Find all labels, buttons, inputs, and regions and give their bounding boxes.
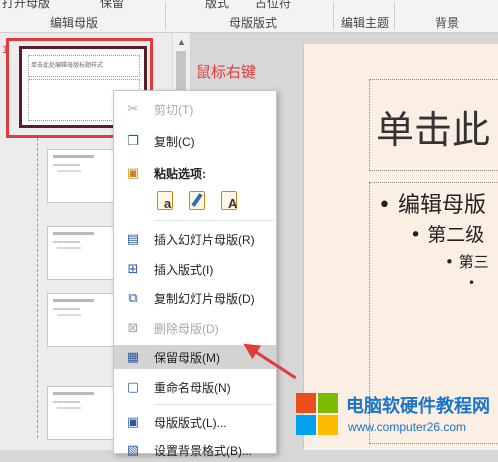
ribbon-top-row: 打开母版 保留 版式 占位符	[0, 0, 498, 9]
menu-item-master-layout[interactable]: ▣ 母版版式(L)...	[114, 410, 276, 434]
group-label-edit-master: 编辑母版	[50, 16, 99, 30]
body-level-1: • 编辑母版	[378, 193, 486, 218]
right-click-annotation: 鼠标右键	[196, 64, 257, 81]
paste-destination-theme-button[interactable]	[186, 187, 208, 211]
context-menu: ✂ 剪切(T) ❐ 复制(C) ▣ 粘贴选项: a A ▤ 插入幻灯片母版(R)…	[113, 90, 277, 458]
ribbon-fragment[interactable]: 打开母版	[2, 0, 50, 9]
preserve-master-icon: ▦	[126, 349, 140, 364]
paste-options-row: a A	[154, 187, 240, 211]
menu-separator	[154, 220, 274, 221]
clipboard-icon: ▣	[126, 165, 140, 180]
paste-keep-source-button[interactable]: a	[154, 187, 176, 211]
duplicate-master-icon: ⧉	[128, 290, 138, 305]
menu-separator	[154, 404, 274, 405]
paste-letter: A	[228, 196, 238, 211]
body-level-2: • 第二级	[410, 224, 485, 246]
group-label-master-layout: 母版版式	[229, 16, 278, 30]
group-label-edit-theme: 编辑主题	[341, 16, 390, 30]
ribbon-fragment[interactable]: 保留	[100, 0, 124, 9]
menu-label: 插入幻灯片母版(R)	[154, 232, 255, 247]
group-label-background: 背景	[435, 16, 460, 30]
menu-label: 重命名母版(N)	[154, 380, 231, 395]
windows-logo-icon	[296, 393, 340, 437]
insert-layout-icon: ⊞	[127, 261, 139, 276]
menu-item-insert-layout[interactable]: ⊞ 插入版式(I)	[114, 257, 276, 281]
scissors-icon: ✂	[127, 101, 139, 116]
menu-item-format-background[interactable]: ▧ 设置背景格式(B)...	[114, 438, 276, 462]
menu-label: 复制幻灯片母版(D)	[154, 291, 255, 306]
layout-thumbnail[interactable]	[47, 293, 117, 347]
watermark: 电脑软硬件教程网 www.computer26.com	[296, 390, 498, 440]
paste-text-only-button[interactable]: A	[218, 187, 240, 211]
menu-label: 复制(C)	[154, 134, 195, 149]
background-format-icon: ▧	[126, 442, 140, 457]
slide-title: 单击此	[376, 108, 491, 152]
watermark-title: 电脑软硬件教程网	[346, 396, 490, 416]
insert-master-icon: ▤	[126, 231, 140, 246]
body-level-3: • 第三	[445, 253, 489, 271]
menu-item-rename-master[interactable]: ▢ 重命名母版(N)	[114, 375, 276, 399]
menu-item-cut[interactable]: ✂ 剪切(T)	[114, 97, 276, 121]
layout-thumbnail[interactable]	[47, 386, 117, 440]
watermark-url: www.computer26.com	[348, 420, 467, 434]
ribbon-fragment[interactable]: 版式	[205, 0, 229, 9]
menu-label: 删除母版(D)	[154, 321, 219, 336]
menu-paste-options-header: ▣ 粘贴选项:	[114, 161, 276, 185]
group-separator	[165, 2, 166, 30]
layout-thumbnail[interactable]	[47, 149, 117, 203]
layout-tree-line	[37, 138, 38, 438]
ribbon-fragment[interactable]: 占位符	[255, 0, 291, 9]
menu-item-insert-slide-master[interactable]: ▤ 插入幻灯片母版(R)	[114, 227, 276, 251]
menu-label: 保留母版(M)	[154, 350, 220, 365]
group-separator	[394, 2, 395, 30]
menu-item-delete-master[interactable]: ⊠ 删除母版(D)	[114, 316, 276, 340]
menu-label: 粘贴选项:	[154, 166, 206, 181]
body-level-4: •	[468, 276, 476, 290]
group-separator	[333, 2, 334, 30]
delete-master-icon: ⊠	[127, 320, 139, 335]
menu-item-duplicate-slide-master[interactable]: ⧉ 复制幻灯片母版(D)	[114, 286, 276, 310]
rename-master-icon: ▢	[126, 379, 140, 394]
ribbon: 打开母版 保留 版式 占位符 编辑母版 母版版式 编辑主题 背景	[0, 0, 498, 33]
thumb-title-text: 单击此处编辑母版标题样式	[31, 63, 104, 69]
menu-label: 插入版式(I)	[154, 262, 214, 277]
menu-label: 剪切(T)	[154, 102, 194, 117]
copy-icon: ❐	[127, 133, 139, 148]
layout-thumbnail[interactable]	[47, 226, 117, 280]
menu-label: 母版版式(L)...	[154, 415, 227, 430]
menu-item-copy[interactable]: ❐ 复制(C)	[114, 129, 276, 153]
menu-label: 设置背景格式(B)...	[154, 443, 252, 458]
paste-letter: a	[164, 196, 172, 211]
master-layout-icon: ▣	[126, 414, 140, 429]
scroll-up-icon[interactable]: ▲	[177, 37, 186, 47]
